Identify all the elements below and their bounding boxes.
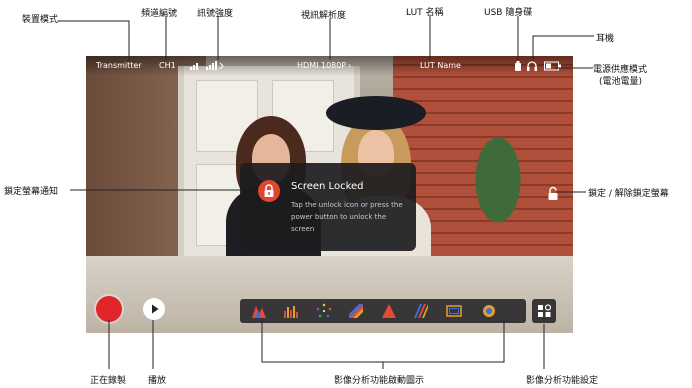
callout-leader-lines: [58, 16, 594, 369]
